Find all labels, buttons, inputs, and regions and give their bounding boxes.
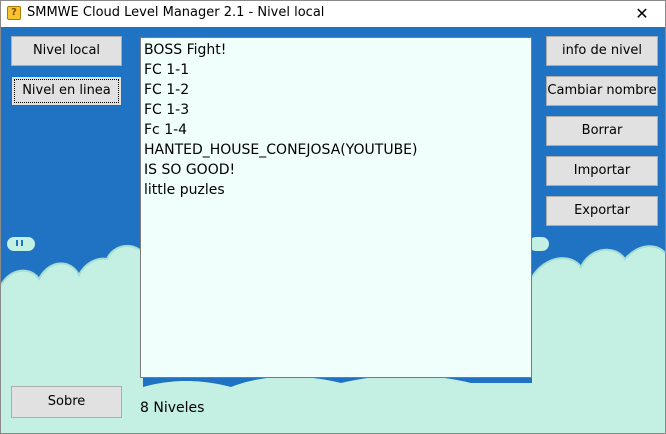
local-levels-label: Nivel local bbox=[32, 43, 101, 58]
online-levels-button[interactable]: Nivel en linea bbox=[11, 76, 122, 106]
list-item[interactable]: IS SO GOOD! bbox=[144, 160, 528, 180]
level-info-label: info de nivel bbox=[561, 43, 643, 58]
list-item[interactable]: HANTED_HOUSE_CONEJOSA(YOUTUBE) bbox=[144, 140, 528, 160]
export-button[interactable]: Exportar bbox=[546, 196, 658, 226]
window-title: SMMWE Cloud Level Manager 2.1 - Nivel lo… bbox=[27, 5, 325, 20]
level-info-button[interactable]: info de nivel bbox=[546, 36, 658, 66]
about-button[interactable]: Sobre bbox=[11, 386, 122, 418]
rename-label: Cambiar nombre bbox=[547, 83, 657, 98]
online-levels-label: Nivel en linea bbox=[22, 83, 111, 98]
delete-label: Borrar bbox=[581, 123, 623, 138]
list-item[interactable]: FC 1-3 bbox=[144, 100, 528, 120]
list-item[interactable]: little puzles bbox=[144, 180, 528, 200]
list-item[interactable]: Fc 1-4 bbox=[144, 120, 528, 140]
rename-button[interactable]: Cambiar nombre bbox=[546, 76, 658, 106]
export-label: Exportar bbox=[574, 203, 630, 218]
list-item[interactable]: BOSS Fight! bbox=[144, 40, 528, 60]
delete-button[interactable]: Borrar bbox=[546, 116, 658, 146]
question-block-icon: ? bbox=[7, 6, 21, 20]
app-window: ? SMMWE Cloud Level Manager 2.1 - Nivel … bbox=[0, 0, 666, 434]
close-icon[interactable]: ✕ bbox=[619, 1, 665, 27]
about-label: Sobre bbox=[47, 394, 86, 409]
main-panel: Nivel local Nivel en linea BOSS Fight! F… bbox=[1, 27, 665, 433]
title-bar: ? SMMWE Cloud Level Manager 2.1 - Nivel … bbox=[1, 1, 665, 27]
list-item[interactable]: FC 1-1 bbox=[144, 60, 528, 80]
local-levels-button[interactable]: Nivel local bbox=[11, 36, 122, 66]
level-list[interactable]: BOSS Fight! FC 1-1 FC 1-2 FC 1-3 Fc 1-4 … bbox=[140, 37, 532, 378]
import-button[interactable]: Importar bbox=[546, 156, 658, 186]
import-label: Importar bbox=[573, 163, 631, 178]
list-item[interactable]: FC 1-2 bbox=[144, 80, 528, 100]
level-count: 8 Niveles bbox=[140, 400, 205, 416]
